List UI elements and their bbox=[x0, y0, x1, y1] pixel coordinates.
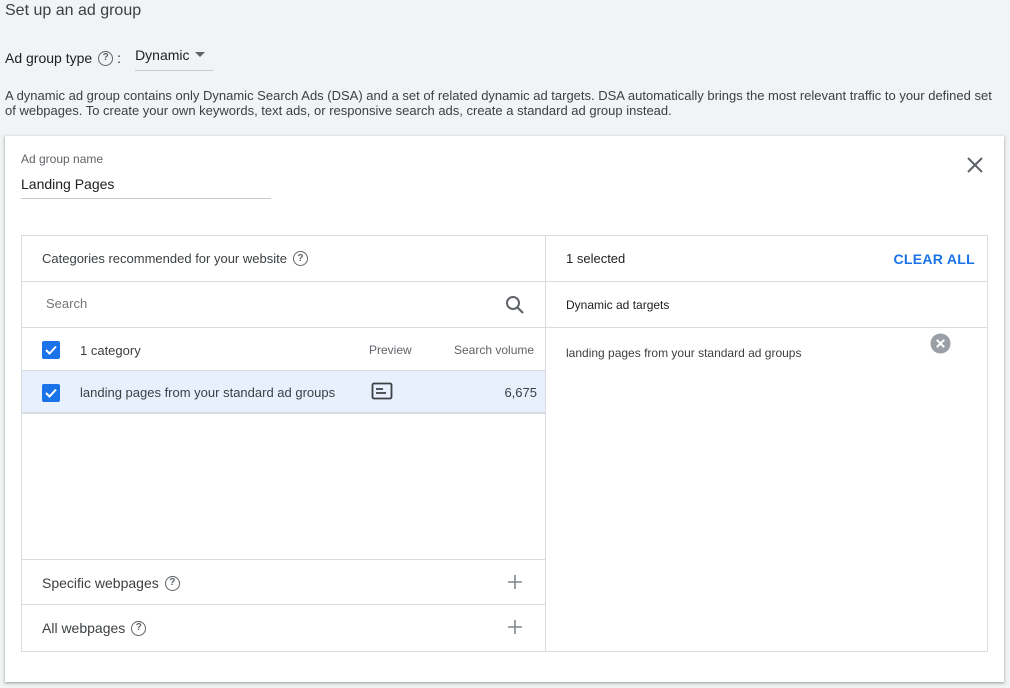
categories-panel: Categories recommended for your website … bbox=[22, 236, 546, 651]
search-input[interactable] bbox=[46, 296, 466, 311]
help-icon[interactable]: ? bbox=[164, 575, 180, 591]
ad-group-name-field[interactable]: Landing Pages bbox=[21, 176, 114, 192]
remove-icon[interactable] bbox=[930, 333, 951, 354]
dynamic-ad-targets-label: Dynamic ad targets bbox=[566, 298, 670, 312]
categories-header: Categories recommended for your website … bbox=[22, 236, 545, 282]
search-volume-column-header: Search volume bbox=[454, 343, 535, 357]
clear-all-button[interactable]: CLEAR ALL bbox=[893, 251, 975, 267]
select-all-checkbox[interactable] bbox=[42, 341, 60, 359]
specific-webpages-row[interactable]: Specific webpages ? bbox=[22, 559, 545, 605]
page-title: Set up an ad group bbox=[5, 2, 142, 19]
ad-group-type-colon: : bbox=[117, 50, 122, 66]
ad-group-type-label: Ad group type bbox=[5, 50, 93, 66]
help-icon[interactable]: ? bbox=[292, 251, 308, 266]
ad-group-name-underline bbox=[21, 198, 271, 199]
checkmark-icon bbox=[45, 388, 57, 398]
preview-column-header: Preview bbox=[369, 343, 412, 357]
ad-group-type-dropdown[interactable]: Dynamic bbox=[135, 45, 214, 71]
selected-count: 1 selected bbox=[566, 251, 626, 266]
ad-group-card: Ad group name Landing Pages Categories r… bbox=[5, 136, 1004, 682]
row-checkbox[interactable] bbox=[42, 384, 60, 402]
category-label: landing pages from your standard ad grou… bbox=[80, 385, 336, 400]
selected-targets-panel: 1 selected CLEAR ALL Dynamic ad targets … bbox=[546, 236, 987, 651]
close-icon[interactable] bbox=[965, 155, 985, 175]
category-table-header: 1 category Preview Search volume bbox=[22, 328, 545, 371]
specific-webpages-label: Specific webpages bbox=[42, 575, 159, 591]
category-count: 1 category bbox=[80, 343, 141, 358]
ad-group-type-value: Dynamic bbox=[135, 46, 190, 63]
all-webpages-label: All webpages bbox=[42, 620, 126, 636]
ad-group-name-label: Ad group name bbox=[21, 152, 104, 166]
table-row[interactable]: landing pages from your standard ad grou… bbox=[22, 371, 545, 414]
all-webpages-row[interactable]: All webpages ? bbox=[22, 605, 545, 651]
checkmark-icon bbox=[45, 345, 57, 355]
targets-panel: Categories recommended for your website … bbox=[21, 235, 988, 652]
plus-icon[interactable] bbox=[507, 574, 523, 590]
search-icon[interactable] bbox=[504, 294, 526, 316]
help-icon[interactable]: ? bbox=[131, 620, 147, 636]
ad-group-description: A dynamic ad group contains only Dynamic… bbox=[5, 88, 992, 118]
selected-header: 1 selected CLEAR ALL bbox=[546, 236, 987, 282]
category-search bbox=[22, 282, 545, 328]
ad-group-type-row: Ad group type ? : Dynamic bbox=[5, 45, 214, 71]
list-item: landing pages from your standard ad grou… bbox=[566, 346, 802, 360]
plus-icon[interactable] bbox=[507, 619, 523, 635]
search-volume-value: 6,675 bbox=[504, 385, 537, 400]
preview-icon[interactable] bbox=[371, 382, 393, 400]
categories-header-label: Categories recommended for your website bbox=[42, 251, 287, 266]
chevron-down-icon bbox=[195, 52, 206, 57]
dynamic-ad-targets-header: Dynamic ad targets bbox=[546, 282, 987, 328]
help-icon[interactable]: ? bbox=[98, 50, 114, 66]
